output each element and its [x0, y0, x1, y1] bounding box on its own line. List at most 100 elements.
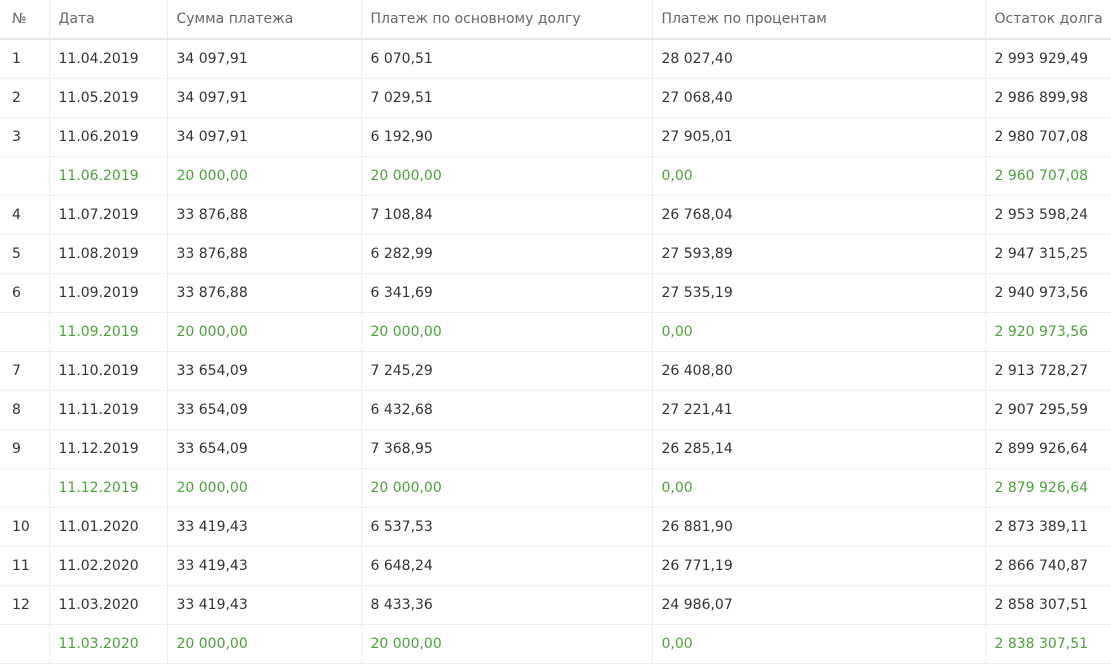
cell-remaining-balance: 2 940 973,56 — [985, 273, 1111, 313]
header-number: № — [0, 0, 50, 40]
cell-interest-payment: 24 986,07 — [652, 585, 986, 625]
table-row: 5 11.08.2019 33 876,88 6 282,99 27 593,89 2 9… — [0, 234, 1111, 274]
table-row: 7 11.10.2019 33 654,09 7 245,29 26 408,80 2 9… — [0, 351, 1111, 391]
cell-principal-payment: 7 108,84 — [361, 195, 653, 235]
cell-interest-payment: 27 535,19 — [652, 273, 986, 313]
cell-date: 11.07.2019 — [49, 195, 168, 235]
header-payment-sum: Сумма платежа — [167, 0, 362, 40]
cell-date: 11.12.2019 — [49, 468, 168, 508]
cell-interest-payment: 26 408,80 — [652, 351, 986, 391]
header-remaining-balance: Остаток долга — [985, 0, 1111, 40]
cell-principal-payment: 6 282,99 — [361, 234, 653, 274]
cell-date: 11.09.2019 — [49, 312, 168, 352]
cell-remaining-balance: 2 879 926,64 — [985, 468, 1111, 508]
cell-remaining-balance: 2 920 973,56 — [985, 312, 1111, 352]
cell-date: 11.09.2019 — [49, 273, 168, 313]
cell-interest-payment: 0,00 — [652, 468, 986, 508]
cell-principal-payment: 6 648,24 — [361, 546, 653, 586]
cell-number: 6 — [0, 273, 50, 313]
extra-payment-row: 11.03.2020 20 000,00 20 000,00 0,00 2 838 30… — [0, 624, 1111, 664]
cell-number: 11 — [0, 546, 50, 586]
cell-payment-sum: 20 000,00 — [167, 468, 362, 508]
cell-date: 11.10.2019 — [49, 351, 168, 391]
cell-interest-payment: 26 881,90 — [652, 507, 986, 547]
cell-principal-payment: 6 070,51 — [361, 39, 653, 79]
cell-remaining-balance: 2 907 295,59 — [985, 390, 1111, 430]
table-row: 12 11.03.2020 33 419,43 8 433,36 24 986,07 2 … — [0, 585, 1111, 625]
cell-number — [0, 624, 50, 664]
cell-remaining-balance: 2 866 740,87 — [985, 546, 1111, 586]
cell-date: 11.06.2019 — [49, 156, 168, 196]
cell-payment-sum: 33 419,43 — [167, 546, 362, 586]
cell-payment-sum: 20 000,00 — [167, 312, 362, 352]
header-date: Дата — [49, 0, 168, 40]
cell-number: 8 — [0, 390, 50, 430]
cell-remaining-balance: 2 986 899,98 — [985, 78, 1111, 118]
cell-payment-sum: 33 654,09 — [167, 429, 362, 469]
cell-number: 3 — [0, 117, 50, 157]
cell-number: 2 — [0, 78, 50, 118]
cell-number: 10 — [0, 507, 50, 547]
table-body: 1 11.04.2019 34 097,91 6 070,51 28 027,40 2 9… — [0, 39, 1111, 664]
cell-number: 7 — [0, 351, 50, 391]
extra-payment-row: 11.06.2019 20 000,00 20 000,00 0,00 2 960 70… — [0, 156, 1111, 196]
cell-date: 11.02.2020 — [49, 546, 168, 586]
cell-payment-sum: 33 654,09 — [167, 351, 362, 391]
cell-principal-payment: 7 368,95 — [361, 429, 653, 469]
cell-principal-payment: 20 000,00 — [361, 468, 653, 508]
cell-payment-sum: 33 419,43 — [167, 507, 362, 547]
cell-principal-payment: 7 029,51 — [361, 78, 653, 118]
cell-principal-payment: 20 000,00 — [361, 156, 653, 196]
cell-remaining-balance: 2 858 307,51 — [985, 585, 1111, 625]
cell-date: 11.03.2020 — [49, 624, 168, 664]
cell-payment-sum: 33 876,88 — [167, 234, 362, 274]
cell-number: 4 — [0, 195, 50, 235]
cell-date: 11.06.2019 — [49, 117, 168, 157]
cell-date: 11.01.2020 — [49, 507, 168, 547]
cell-principal-payment: 20 000,00 — [361, 624, 653, 664]
cell-remaining-balance: 2 953 598,24 — [985, 195, 1111, 235]
cell-date: 11.11.2019 — [49, 390, 168, 430]
cell-number: 9 — [0, 429, 50, 469]
cell-payment-sum: 34 097,91 — [167, 39, 362, 79]
cell-principal-payment: 6 192,90 — [361, 117, 653, 157]
table-row: 1 11.04.2019 34 097,91 6 070,51 28 027,40 2 9… — [0, 39, 1111, 79]
cell-number — [0, 156, 50, 196]
header-principal-payment: Платеж по основному долгу — [361, 0, 653, 40]
cell-date: 11.04.2019 — [49, 39, 168, 79]
cell-payment-sum: 33 876,88 — [167, 273, 362, 313]
cell-payment-sum: 33 654,09 — [167, 390, 362, 430]
payment-schedule-table: № Дата Сумма платежа Платеж по основному… — [0, 0, 1111, 664]
cell-remaining-balance: 2 980 707,08 — [985, 117, 1111, 157]
cell-payment-sum: 34 097,91 — [167, 78, 362, 118]
table-row: 8 11.11.2019 33 654,09 6 432,68 27 221,41 2 9… — [0, 390, 1111, 430]
cell-interest-payment: 26 771,19 — [652, 546, 986, 586]
cell-number — [0, 468, 50, 508]
cell-number: 5 — [0, 234, 50, 274]
cell-remaining-balance: 2 993 929,49 — [985, 39, 1111, 79]
extra-payment-row: 11.09.2019 20 000,00 20 000,00 0,00 2 920 97… — [0, 312, 1111, 352]
cell-principal-payment: 6 341,69 — [361, 273, 653, 313]
cell-interest-payment: 26 285,14 — [652, 429, 986, 469]
cell-remaining-balance: 2 838 307,51 — [985, 624, 1111, 664]
cell-principal-payment: 6 432,68 — [361, 390, 653, 430]
cell-remaining-balance: 2 899 926,64 — [985, 429, 1111, 469]
table-row: 10 11.01.2020 33 419,43 6 537,53 26 881,90 2 … — [0, 507, 1111, 547]
cell-payment-sum: 20 000,00 — [167, 156, 362, 196]
extra-payment-row: 11.12.2019 20 000,00 20 000,00 0,00 2 879 92… — [0, 468, 1111, 508]
cell-date: 11.05.2019 — [49, 78, 168, 118]
cell-number — [0, 312, 50, 352]
table-row: 6 11.09.2019 33 876,88 6 341,69 27 535,19 2 9… — [0, 273, 1111, 313]
cell-principal-payment: 8 433,36 — [361, 585, 653, 625]
cell-interest-payment: 26 768,04 — [652, 195, 986, 235]
cell-payment-sum: 20 000,00 — [167, 624, 362, 664]
cell-payment-sum: 33 419,43 — [167, 585, 362, 625]
cell-number: 1 — [0, 39, 50, 79]
cell-number: 12 — [0, 585, 50, 625]
cell-payment-sum: 34 097,91 — [167, 117, 362, 157]
cell-principal-payment: 7 245,29 — [361, 351, 653, 391]
cell-remaining-balance: 2 960 707,08 — [985, 156, 1111, 196]
table-row: 9 11.12.2019 33 654,09 7 368,95 26 285,14 2 8… — [0, 429, 1111, 469]
cell-interest-payment: 27 905,01 — [652, 117, 986, 157]
cell-date: 11.08.2019 — [49, 234, 168, 274]
